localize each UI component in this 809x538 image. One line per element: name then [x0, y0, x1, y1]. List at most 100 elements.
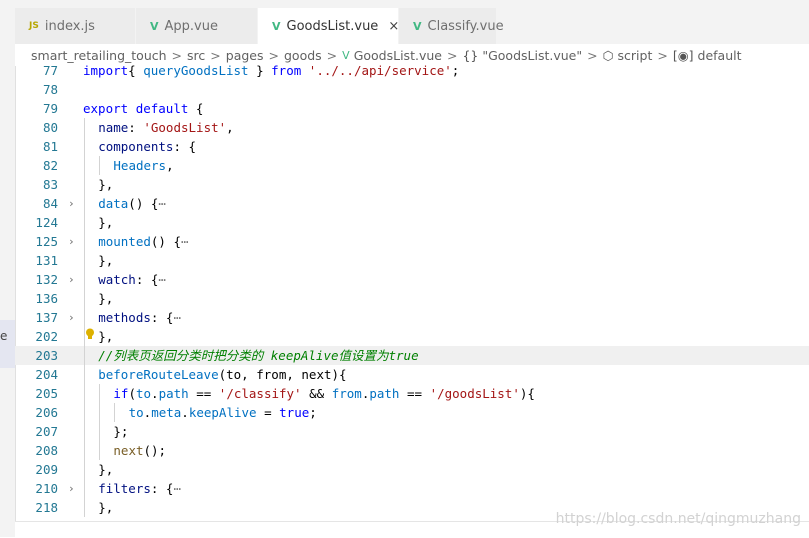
- code-line[interactable]: 206 to.meta.keepAlive = true;: [15, 403, 809, 422]
- code-text: next();: [113, 441, 166, 460]
- code-token: };: [113, 424, 129, 439]
- code-token: ,: [226, 120, 234, 135]
- code-token: export: [83, 101, 129, 116]
- code-token: ();: [143, 443, 167, 458]
- tab-goodslist-vue[interactable]: V GoodsList.vue ×: [258, 8, 399, 44]
- editor-tab-bar: JS index.js V App.vue V GoodsList.vue × V Classi…: [15, 8, 809, 44]
- line-number: 124: [35, 215, 58, 230]
- code-text: },: [98, 175, 113, 194]
- code-token: (to, from, next){: [218, 367, 347, 382]
- code-token: : {: [150, 481, 174, 496]
- code-line[interactable]: 210 › filters: {⋯: [15, 479, 809, 498]
- code-line[interactable]: 204 beforeRouteLeave(to, from, next){: [15, 365, 809, 384]
- indent-guide: [84, 213, 85, 232]
- code-line[interactable]: 79 export default {: [15, 99, 809, 118]
- code-token: },: [98, 329, 114, 344]
- code-line[interactable]: 207};: [15, 422, 809, 441]
- fold-chevron-icon[interactable]: ›: [68, 270, 75, 289]
- code-text: components: {: [98, 137, 196, 156]
- code-token: to: [128, 405, 144, 420]
- code-text: },: [98, 213, 113, 232]
- code-text: },: [98, 460, 113, 479]
- code-line[interactable]: 125 › mounted() {⋯: [15, 232, 809, 251]
- code-line[interactable]: 124},: [15, 213, 809, 232]
- line-number: 205: [35, 386, 58, 401]
- code-line[interactable]: 84 › data() {⋯: [15, 194, 809, 213]
- code-editor[interactable]: 77 import{ queryGoodsList } from '../../a…: [15, 60, 809, 525]
- code-line[interactable]: 83},: [15, 175, 809, 194]
- vue-file-icon: V: [150, 19, 159, 33]
- fold-chevron-icon[interactable]: ›: [68, 479, 75, 498]
- close-icon[interactable]: ×: [388, 19, 399, 34]
- indent-guide: [84, 118, 85, 137]
- code-text: },: [98, 498, 113, 517]
- code-line[interactable]: 77 import{ queryGoodsList } from '../../a…: [15, 61, 809, 80]
- code-token: ;: [309, 405, 317, 420]
- fold-chevron-icon[interactable]: ›: [68, 308, 75, 327]
- code-text: filters: {⋯: [98, 479, 181, 498]
- lightbulb-icon[interactable]: [85, 328, 95, 340]
- code-token: '/goodsList': [429, 386, 520, 401]
- indent-guide: [84, 251, 85, 270]
- code-line[interactable]: 137 › methods: {⋯: [15, 308, 809, 327]
- code-text: },: [98, 327, 113, 346]
- code-token: keepAlive: [188, 405, 257, 420]
- code-token: ⋯: [158, 196, 166, 211]
- code-line[interactable]: 136},: [15, 289, 809, 308]
- code-token: //列表页返回分类时把分类的 keepAlive值设置为true: [98, 348, 419, 363]
- indent-guide: [84, 289, 85, 308]
- code-token: name: [98, 120, 129, 135]
- sidebar-edge: e: [0, 0, 16, 537]
- code-line[interactable]: 131},: [15, 251, 809, 270]
- indent-guide: [84, 308, 85, 327]
- code-line[interactable]: 208 next();: [15, 441, 809, 460]
- code-line[interactable]: 80 name: 'GoodsList',: [15, 118, 809, 137]
- line-number: 81: [42, 139, 58, 154]
- code-token: ⋯: [180, 234, 189, 249]
- code-token: Headers: [113, 158, 167, 173]
- code-token: &&: [301, 386, 332, 401]
- code-line[interactable]: 78: [15, 80, 809, 99]
- code-token: () {: [150, 234, 181, 249]
- code-line[interactable]: 132 › watch: {⋯: [15, 270, 809, 289]
- code-token: .: [181, 405, 189, 420]
- code-text: if(to.path == '/classify' && from.path =…: [113, 384, 535, 403]
- code-text: //列表页返回分类时把分类的 keepAlive值设置为true: [98, 346, 418, 365]
- code-token: import: [83, 63, 129, 78]
- indent-guide: [84, 327, 85, 346]
- indent-guide: [99, 384, 101, 403]
- fold-chevron-icon[interactable]: ›: [68, 194, 75, 213]
- code-token: : {: [135, 272, 159, 287]
- code-line[interactable]: 203 //列表页返回分类时把分类的 keepAlive值设置为true: [15, 346, 809, 365]
- code-token: ;: [451, 63, 460, 78]
- code-text: beforeRouteLeave(to, from, next){: [98, 365, 346, 384]
- indent-guide: [99, 441, 101, 460]
- code-token: ⋯: [158, 272, 166, 287]
- line-number: 136: [35, 291, 58, 306]
- fold-chevron-icon[interactable]: ›: [68, 232, 75, 251]
- vue-file-icon: V: [413, 19, 422, 33]
- line-number: 137: [35, 310, 58, 325]
- code-token: true: [279, 405, 310, 420]
- sidebar-selected-item[interactable]: [0, 320, 15, 368]
- code-line[interactable]: 82 Headers,: [15, 156, 809, 175]
- tab-app-vue[interactable]: V App.vue: [136, 8, 258, 44]
- code-line[interactable]: 202},: [15, 327, 809, 346]
- sidebar-text-fragment: e: [0, 329, 8, 343]
- indent-guide: [84, 365, 85, 384]
- code-token: beforeRouteLeave: [98, 367, 219, 382]
- code-line[interactable]: 81 components: {: [15, 137, 809, 156]
- code-text: name: 'GoodsList',: [98, 118, 234, 137]
- tab-label: App.vue: [164, 18, 218, 34]
- code-line[interactable]: 209},: [15, 460, 809, 479]
- code-line[interactable]: 205 if(to.path == '/classify' && from.pat…: [15, 384, 809, 403]
- line-number: 79: [42, 101, 58, 116]
- tab-index-js[interactable]: JS index.js: [15, 8, 136, 44]
- code-token: if: [113, 386, 129, 401]
- line-number: 209: [35, 462, 58, 477]
- code-token: },: [98, 462, 114, 477]
- tab-classify-vue[interactable]: V Classify.vue: [399, 8, 504, 44]
- code-token: ⋯: [173, 481, 181, 496]
- code-token: :: [128, 120, 144, 135]
